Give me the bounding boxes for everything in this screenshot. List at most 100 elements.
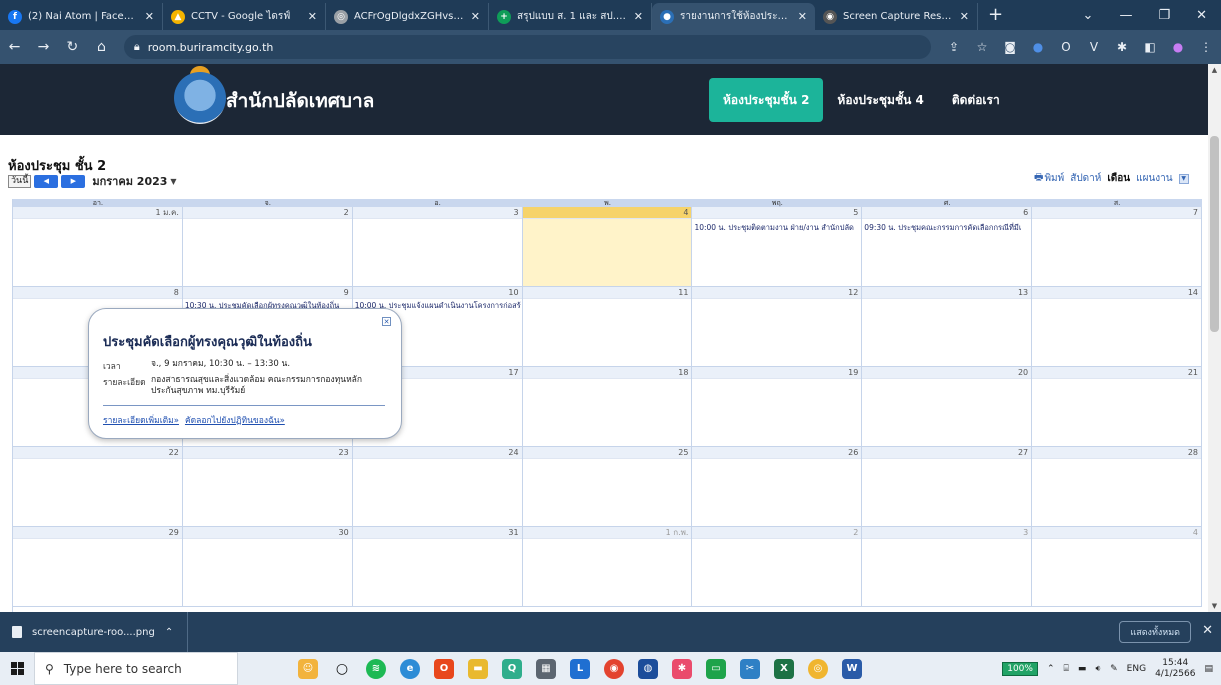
taskbar-search[interactable]: ⚲ Type here to search xyxy=(34,652,238,685)
scroll-thumb[interactable] xyxy=(1210,136,1219,332)
settings-icon[interactable]: ✱ xyxy=(672,658,692,679)
nav-room-floor-4[interactable]: ห้องประชุมชั้น 4 xyxy=(823,78,937,122)
zoom-badge[interactable]: 100% xyxy=(1002,661,1038,676)
excel-icon[interactable]: X xyxy=(774,658,794,679)
snip-icon[interactable]: ✂ xyxy=(740,658,760,679)
share-icon[interactable]: ⇪ xyxy=(947,40,961,54)
v-extension-icon[interactable]: V xyxy=(1087,40,1101,54)
profile-avatar-icon[interactable]: ● xyxy=(1171,40,1185,54)
puzzle-extension-icon[interactable]: ✱ xyxy=(1115,40,1129,54)
notification-icon[interactable]: ▤ xyxy=(1204,664,1213,674)
volume-icon[interactable]: 🔉︎ xyxy=(1095,664,1101,674)
month-label[interactable]: มกราคม 2023 xyxy=(92,172,167,190)
browser-tab[interactable]: + สรุปแบบ ส. 1 และ สป.2 ทุกกอง ✕ xyxy=(489,3,652,30)
battery-icon[interactable]: ▬ xyxy=(1078,664,1087,674)
quicktime-icon[interactable]: Q xyxy=(502,658,522,679)
day-cell[interactable]: 3 xyxy=(352,207,523,286)
tab-month[interactable]: เดือน xyxy=(1107,171,1130,186)
calendar-event[interactable]: 09:30 น. ประชุมคณะกรรมการคัดเลือกกรณีที่… xyxy=(864,222,1030,234)
day-cell[interactable]: 23 xyxy=(182,447,353,526)
download-item[interactable]: screencapture-roo....png ⌃ xyxy=(0,612,189,652)
app-icon[interactable]: ◍ xyxy=(638,658,658,679)
municipality-logo[interactable] xyxy=(174,72,226,124)
minimize-icon[interactable]: — xyxy=(1119,8,1132,23)
widgets-icon[interactable]: ☺ xyxy=(298,658,318,679)
day-cell[interactable]: 13 xyxy=(862,287,1033,366)
tab-week[interactable]: สัปดาห์ xyxy=(1070,171,1101,186)
day-cell[interactable]: 21 xyxy=(1032,367,1203,446)
day-cell[interactable]: 18 xyxy=(522,367,693,446)
day-cell-next-month[interactable]: 3 xyxy=(862,527,1033,606)
prev-month-button[interactable]: ◀ xyxy=(34,174,59,188)
line-icon[interactable]: L xyxy=(570,658,590,679)
day-cell[interactable]: 11 xyxy=(522,287,693,366)
tab-search-icon[interactable]: ⌄ xyxy=(1083,8,1094,23)
language-indicator[interactable]: ENG xyxy=(1127,664,1146,674)
file-explorer-icon[interactable]: ▬ xyxy=(468,658,488,679)
tray-chevron-icon[interactable]: ⌃ xyxy=(1047,664,1055,674)
day-cell-next-month[interactable]: 1 ก.พ. xyxy=(522,527,693,606)
maximize-icon[interactable]: ❐ xyxy=(1158,8,1170,23)
calculator-icon[interactable]: ▦ xyxy=(536,658,556,679)
close-tab-icon[interactable]: ✕ xyxy=(145,10,154,23)
copy-to-calendar-link[interactable]: คัดลอกไปยังปฏิทินของฉัน» xyxy=(185,413,285,427)
tab-agenda[interactable]: แผนงาน xyxy=(1136,171,1172,186)
chevron-up-icon[interactable]: ⌃ xyxy=(165,627,173,638)
browser-tab[interactable]: ◎ ACFrOgDlgdxZGHvs4aiLyH ✕ xyxy=(326,3,489,30)
close-window-icon[interactable]: ✕ xyxy=(1196,8,1207,23)
day-cell[interactable]: 28 xyxy=(1032,447,1203,526)
day-cell[interactable]: 31 xyxy=(352,527,523,606)
nav-contact[interactable]: ติดต่อเรา xyxy=(938,78,1014,122)
blue-extension-icon[interactable]: ● xyxy=(1031,40,1045,54)
day-cell[interactable]: 27 xyxy=(862,447,1033,526)
day-cell[interactable]: 29 xyxy=(13,527,183,606)
address-bar[interactable]: 🔒︎ room.buriramcity.go.th xyxy=(123,35,932,59)
day-cell-next-month[interactable]: 2 xyxy=(692,527,863,606)
reload-icon[interactable]: ↻ xyxy=(66,39,79,55)
day-cell[interactable]: 2 xyxy=(182,207,353,286)
show-all-button[interactable]: แสดงทั้งหมด xyxy=(1119,621,1191,643)
line-chat-icon[interactable]: ▭ xyxy=(706,658,726,679)
day-cell[interactable]: 19 xyxy=(692,367,863,446)
spotify-icon[interactable]: ≋ xyxy=(366,658,386,679)
edge-icon[interactable]: e xyxy=(400,658,420,679)
close-tab-icon[interactable]: ✕ xyxy=(798,10,807,23)
page-scrollbar[interactable]: ▲ ▼ xyxy=(1208,64,1221,612)
day-cell[interactable]: 30 xyxy=(182,527,353,606)
close-shelf-icon[interactable]: ✕ xyxy=(1202,623,1213,638)
office-icon[interactable]: O xyxy=(434,658,454,679)
clock[interactable]: 15:44 4/1/2566 xyxy=(1155,658,1195,680)
forward-icon[interactable]: → xyxy=(37,39,50,55)
day-cell[interactable]: 6 09:30 น. ประชุมคณะกรรมการคัดเลือกกรณีท… xyxy=(862,207,1033,286)
chrome-icon[interactable]: ◉ xyxy=(604,658,624,679)
calendar-event[interactable]: 10:00 น. ประชุมติดตามงาน ฝ่าย/งาน สำนักป… xyxy=(694,222,860,234)
pen-icon[interactable]: ✎ xyxy=(1110,664,1118,674)
day-cell[interactable]: 26 xyxy=(692,447,863,526)
opera-extension-icon[interactable]: O xyxy=(1059,40,1073,54)
close-tab-icon[interactable]: ✕ xyxy=(471,10,480,23)
day-cell[interactable]: 22 xyxy=(13,447,183,526)
bookmark-star-icon[interactable]: ☆ xyxy=(975,40,989,54)
back-icon[interactable]: ← xyxy=(8,39,21,55)
scroll-up-icon[interactable]: ▲ xyxy=(1208,66,1221,74)
cortana-icon[interactable]: ○ xyxy=(332,659,352,679)
scroll-down-icon[interactable]: ▼ xyxy=(1208,602,1221,610)
close-tab-icon[interactable]: ✕ xyxy=(308,10,317,23)
browser-tab[interactable]: ▲ CCTV - Google ไดรฟ์ ✕ xyxy=(163,3,326,30)
month-dropdown-icon[interactable]: ▼ xyxy=(170,177,176,186)
day-cell[interactable]: 24 xyxy=(352,447,523,526)
word-icon[interactable]: W xyxy=(842,658,862,679)
chrome-canary-icon[interactable]: ◎ xyxy=(808,658,828,679)
close-popup-icon[interactable]: ✕ xyxy=(382,317,391,326)
day-cell-next-month[interactable]: 4 xyxy=(1032,527,1203,606)
day-cell[interactable]: 14 xyxy=(1032,287,1203,366)
today-button[interactable]: วันนี้ xyxy=(8,174,32,188)
browser-tab-active[interactable]: ● รายงานการใช้ห้องประชุม เทศบาล ✕ xyxy=(652,3,815,30)
menu-kebab-icon[interactable]: ⋮ xyxy=(1199,40,1213,54)
camera-extension-icon[interactable]: ◙ xyxy=(1003,40,1017,54)
print-icon[interactable]: 🖶︎ xyxy=(1034,170,1043,187)
sidepanel-icon[interactable]: ◧ xyxy=(1143,40,1157,54)
browser-tab[interactable]: ◉ Screen Capture Result ✕ xyxy=(815,3,978,30)
close-tab-icon[interactable]: ✕ xyxy=(634,10,643,23)
start-button[interactable] xyxy=(0,652,34,685)
